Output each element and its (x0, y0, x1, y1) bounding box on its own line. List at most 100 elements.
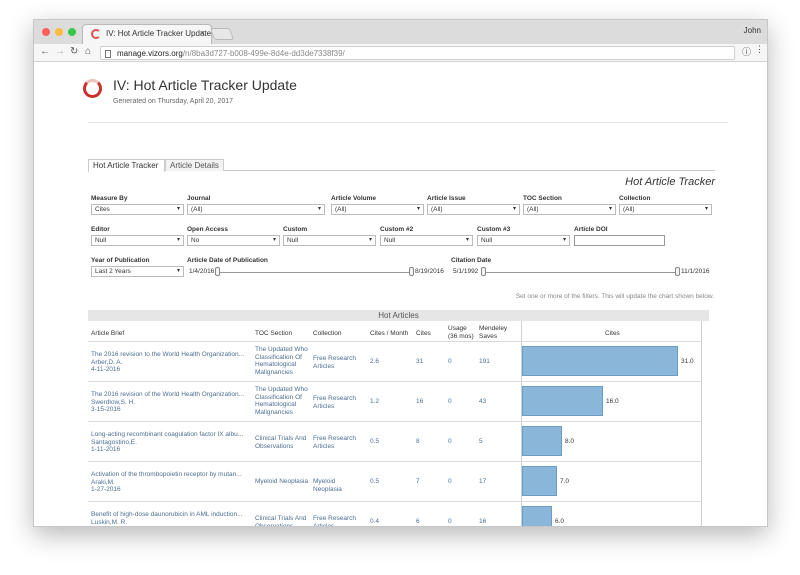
article-date-end-handle[interactable] (409, 267, 414, 276)
toc-section-cell[interactable]: The Updated Who Classification Of Hemato… (255, 346, 311, 376)
maximize-window-button[interactable] (68, 28, 76, 36)
usage-cell[interactable]: 0 (448, 438, 452, 446)
open-access-value: No (191, 237, 200, 244)
cites-month-cell[interactable]: 1.2 (370, 398, 379, 406)
address-bar[interactable]: manage.vizors.org/n/8ba3d727-b008-499e-8… (100, 46, 735, 60)
cites-cell[interactable]: 16 (416, 398, 423, 406)
more-menu-icon[interactable]: ⋮ (755, 44, 764, 55)
article-title-link[interactable]: Long-acting recombinant coagulation fact… (91, 431, 251, 439)
cites-cell[interactable]: 6 (416, 518, 420, 526)
mendeley-cell[interactable]: 191 (479, 358, 490, 366)
collection-cell[interactable]: Free Research Articles (313, 435, 365, 450)
cites-month-cell[interactable]: 2.6 (370, 358, 379, 366)
article-issue-select[interactable]: (All) ▾ (427, 204, 520, 215)
measure-by-label: Measure By (91, 195, 128, 202)
toc-section-select[interactable]: (All) ▾ (523, 204, 616, 215)
article-date-start: 1/4/2016 (189, 268, 215, 275)
mendeley-cell[interactable]: 5 (479, 438, 483, 446)
collection-cell[interactable]: Myeloid Neoplasia (313, 478, 365, 493)
year-of-publication-select[interactable]: Last 2 Years ▾ (91, 266, 184, 277)
toc-section-cell[interactable]: Clinical Trials And Observations (255, 515, 311, 526)
tab-article-details[interactable]: Article Details (165, 159, 224, 171)
cites-bar[interactable] (522, 506, 552, 526)
measure-by-select[interactable]: Cites ▾ (91, 204, 184, 215)
article-doi-input[interactable] (574, 235, 665, 246)
col-mendeley[interactable]: Mendeley Saves (479, 325, 507, 340)
mendeley-cell[interactable]: 17 (479, 478, 486, 486)
info-icon[interactable]: ⓘ (742, 45, 751, 58)
cites-bar[interactable] (522, 426, 562, 456)
reload-icon[interactable]: ↻ (70, 46, 78, 57)
page-icon (105, 50, 111, 58)
article-date-slider-track[interactable] (217, 272, 411, 273)
editor-value: Null (95, 237, 107, 244)
cites-bar[interactable] (522, 466, 557, 496)
minimize-window-button[interactable] (55, 28, 63, 36)
generated-date: Thursday, April 20, 2017 (157, 98, 233, 105)
usage-cell[interactable]: 0 (448, 358, 452, 366)
cites-cell[interactable]: 7 (416, 478, 420, 486)
col-usage[interactable]: Usage (36 mos) (448, 325, 474, 340)
citation-date-slider-track[interactable] (483, 272, 678, 273)
editor-select[interactable]: Null ▾ (91, 235, 184, 246)
custom2-select[interactable]: Null ▾ (380, 235, 473, 246)
usage-cell[interactable]: 0 (448, 478, 452, 486)
toc-section-value: (All) (527, 206, 539, 213)
col-toc-section[interactable]: TOC Section (255, 330, 292, 337)
open-access-select[interactable]: No ▾ (187, 235, 280, 246)
col-cites-month[interactable]: Cites / Month (370, 330, 408, 337)
citation-date-end-handle[interactable] (675, 267, 680, 276)
new-tab-button[interactable] (209, 28, 235, 40)
article-title-link[interactable]: Activation of the thrombopoietin recepto… (91, 471, 251, 479)
back-icon[interactable]: ← (40, 46, 50, 57)
collection-value: (All) (623, 206, 635, 213)
chevron-down-icon: ▾ (176, 268, 180, 274)
mendeley-cell[interactable]: 16 (479, 518, 486, 526)
article-doi-label: Article DOI (574, 226, 608, 233)
col-cites[interactable]: Cites (416, 330, 431, 337)
collection-select[interactable]: (All) ▾ (619, 204, 712, 215)
article-title-link[interactable]: The 2016 revision to the World Health Or… (91, 351, 251, 359)
article-author: Luskin,M. R. (91, 518, 128, 526)
tab-hot-article-tracker[interactable]: Hot Article Tracker (88, 159, 165, 172)
cites-bar-label: 16.0 (606, 398, 619, 405)
chevron-down-icon: ▾ (512, 206, 516, 212)
toc-section-cell[interactable]: Myeloid Neoplasia (255, 478, 311, 486)
cites-month-cell[interactable]: 0.5 (370, 438, 379, 446)
journal-select[interactable]: (All) ▾ (187, 204, 325, 215)
cites-bar-label: 8.0 (565, 438, 575, 445)
article-title-link[interactable]: Benefit of high-dose daunorubicin in AML… (91, 511, 251, 519)
collection-cell[interactable]: Free Research Articles (313, 395, 365, 410)
article-date-start-handle[interactable] (215, 267, 220, 276)
cites-bar[interactable] (522, 346, 678, 376)
profile-name[interactable]: John (744, 26, 761, 35)
col-article-brief[interactable]: Article Brief (91, 330, 124, 337)
browser-tab[interactable]: IV: Hot Article Tracker Update × (82, 24, 212, 44)
citation-date-start-handle[interactable] (481, 267, 486, 276)
home-icon[interactable]: ⌂ (85, 46, 91, 57)
col-bar-cites[interactable]: Cites (605, 330, 620, 337)
forward-icon[interactable]: → (55, 46, 65, 57)
custom3-select[interactable]: Null ▾ (477, 235, 570, 246)
toc-section-cell[interactable]: The Updated Who Classification Of Hemato… (255, 386, 311, 416)
article-volume-select[interactable]: (All) ▾ (331, 204, 424, 215)
close-tab-icon[interactable]: × (200, 28, 205, 38)
custom-select[interactable]: Null ▾ (283, 235, 376, 246)
cites-cell[interactable]: 31 (416, 358, 423, 366)
cites-month-cell[interactable]: 0.4 (370, 518, 379, 526)
col-collection[interactable]: Collection (313, 330, 342, 337)
journal-label: Journal (187, 195, 211, 202)
mendeley-cell[interactable]: 43 (479, 398, 486, 406)
collection-cell[interactable]: Free Research Articles (313, 355, 365, 370)
usage-cell[interactable]: 0 (448, 398, 452, 406)
article-title-link[interactable]: The 2016 revision of the World Health Or… (91, 391, 251, 399)
close-window-button[interactable] (42, 28, 50, 36)
toc-section-cell[interactable]: Clinical Trials And Observations (255, 435, 311, 450)
cites-month-cell[interactable]: 0.5 (370, 478, 379, 486)
open-access-label: Open Access (187, 226, 228, 233)
cites-cell[interactable]: 8 (416, 438, 420, 446)
usage-cell[interactable]: 0 (448, 518, 452, 526)
chevron-down-icon: ▾ (562, 237, 566, 243)
cites-bar[interactable] (522, 386, 603, 416)
collection-cell[interactable]: Free Research Articles (313, 515, 365, 526)
